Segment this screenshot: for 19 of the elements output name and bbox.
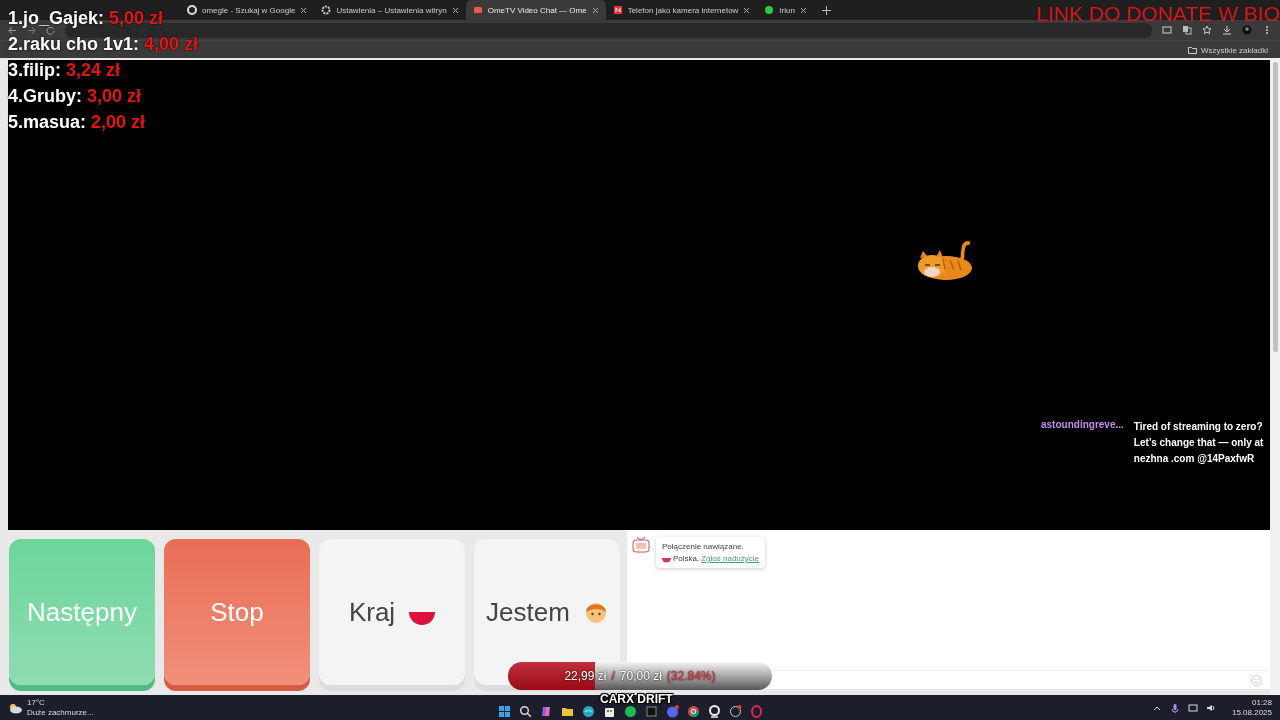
chat-username: astoundingreve... (1041, 419, 1124, 432)
goal-separator: / (611, 669, 615, 683)
donate-link-text: LINK DO DONATE W BIO (1036, 2, 1280, 26)
leaderboard-entry: 2.raku cho 1v1: 4,00 zł (8, 34, 199, 55)
leaderboard-entry: 3.filip: 3,24 zł (8, 60, 121, 81)
time-text: 01:28 (1251, 698, 1272, 707)
leaderboard-entry: 5.masua: 2,00 zł (8, 112, 146, 133)
game-title: CARX DRIFT (600, 694, 673, 705)
temperature-text: 17°C (27, 698, 46, 707)
country-text: Polska. (673, 554, 700, 563)
goal-percent: (32.84%) (666, 669, 716, 683)
leaderboard-entry: 1.jo_Gajek: 5,00 zł (8, 8, 164, 29)
chat-status-text: Połączenie nawiązane. (662, 542, 745, 551)
weather-text: Duże zachmurze... (27, 708, 94, 717)
chat-message: Tired of streaming to zero? Let’s change that — only at nezhna .com @14PaxfwR (1133, 420, 1265, 466)
goal-target: 70,00 zł (619, 669, 662, 683)
goal-current: 22,99 zł (564, 669, 607, 683)
date-text: 15.08.2025 (1231, 708, 1272, 717)
leaderboard-entry: 4.Gruby: 3,00 zł (8, 86, 142, 107)
